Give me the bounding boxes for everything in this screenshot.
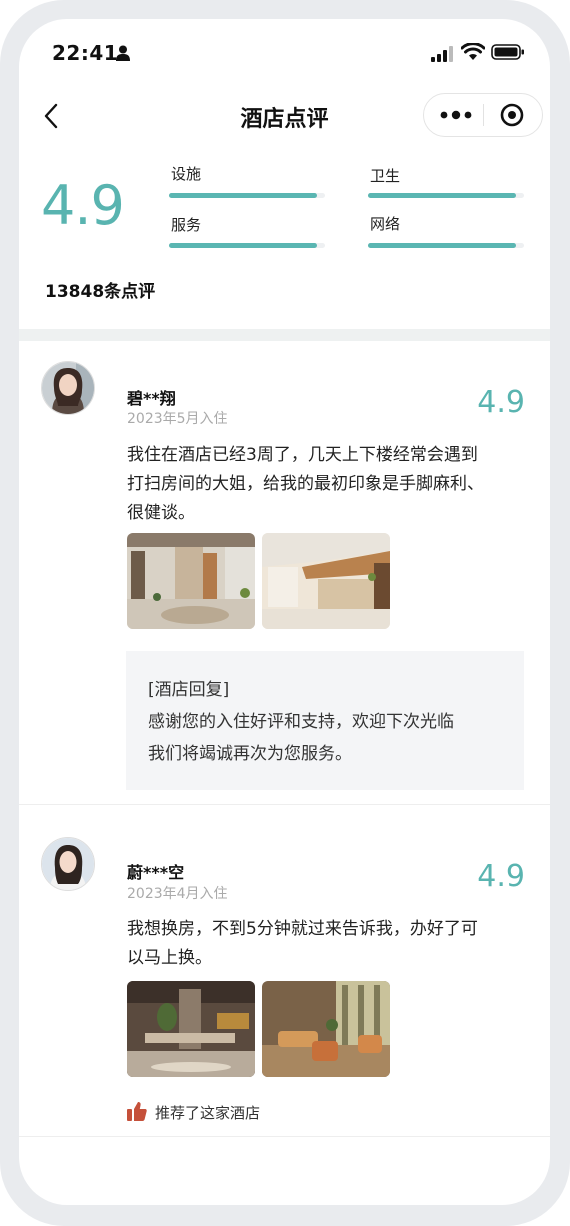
wifi-icon [461, 43, 485, 60]
reviewer-name: 碧**翔 [127, 389, 176, 408]
mini-program-capsule [423, 93, 543, 137]
review-text: 我住在酒店已经3周了，几天上下楼经常会遇到 打扫房间的大姐，给我的最初印象是手脚… [127, 441, 527, 528]
phone-frame: 22:41 酒店点评 4.9 设施 卫生 服务 网络 13848条点评 碧**翔… [0, 0, 570, 1226]
nav-bar: 酒店点评 [19, 91, 550, 143]
metric-bar [368, 193, 524, 198]
capsule-divider [483, 104, 484, 126]
review-text: 我想换房，不到5分钟就过来告诉我，办好了可 以马上换。 [127, 915, 527, 973]
avatar[interactable] [41, 837, 95, 891]
review-text-line: 很健谈。 [127, 503, 195, 523]
review-text-line: 打扫房间的大姐，给我的最初印象是手脚麻利、 [127, 474, 484, 494]
section-divider [19, 329, 550, 341]
review-text-line: 我想换房，不到5分钟就过来告诉我，办好了可 [127, 919, 478, 939]
reviewer-name: 蔚***空 [127, 863, 185, 882]
review-text-line: 以马上换。 [127, 948, 212, 968]
metric-bar-fill [368, 243, 517, 248]
stay-date: 2023年5月入住 [127, 411, 228, 427]
review-score: 4.9 [477, 385, 525, 420]
reply-title: [酒店回复] [148, 680, 230, 700]
metric-bar [169, 193, 325, 198]
signal-icon [431, 46, 453, 62]
stay-date: 2023年4月入住 [127, 886, 228, 902]
metric-label: 网络 [370, 215, 401, 233]
recommend-text: 推荐了这家酒店 [155, 1104, 261, 1122]
metric-label: 设施 [171, 165, 202, 183]
review-photo[interactable] [127, 533, 255, 629]
status-time: 22:41 [52, 41, 119, 65]
hotel-reply: [酒店回复] 感谢您的入住好评和支持，欢迎下次光临 我们将竭诚再次为您服务。 [126, 651, 524, 790]
metric-bar-fill [169, 243, 318, 248]
review-divider [19, 1136, 550, 1137]
review-photo[interactable] [262, 533, 390, 629]
screen: 22:41 酒店点评 4.9 设施 卫生 服务 网络 13848条点评 碧**翔… [19, 19, 550, 1205]
close-target-icon[interactable] [500, 103, 524, 127]
person-icon [116, 45, 130, 61]
metric-bar-fill [368, 193, 517, 198]
reply-text-line: 我们将竭诚再次为您服务。 [148, 744, 352, 764]
status-bar: 22:41 [19, 19, 550, 87]
review-score: 4.9 [477, 859, 525, 894]
metric-bar-fill [169, 193, 318, 198]
metric-bar [368, 243, 524, 248]
metric-bar [169, 243, 325, 248]
metric-label: 卫生 [370, 167, 401, 185]
review-divider [19, 804, 550, 805]
review-photo[interactable] [262, 981, 390, 1077]
more-icon[interactable] [438, 106, 474, 124]
review-text-line: 我住在酒店已经3周了，几天上下楼经常会遇到 [127, 445, 478, 465]
reply-text-line: 感谢您的入住好评和支持，欢迎下次光临 [148, 712, 454, 732]
battery-icon [491, 44, 524, 60]
review-photo[interactable] [127, 981, 255, 1077]
metric-label: 服务 [171, 216, 202, 234]
avatar[interactable] [41, 361, 95, 415]
thumb-up-icon [127, 1102, 147, 1121]
overall-score: 4.9 [41, 174, 125, 237]
review-count: 13848条点评 [45, 282, 156, 302]
